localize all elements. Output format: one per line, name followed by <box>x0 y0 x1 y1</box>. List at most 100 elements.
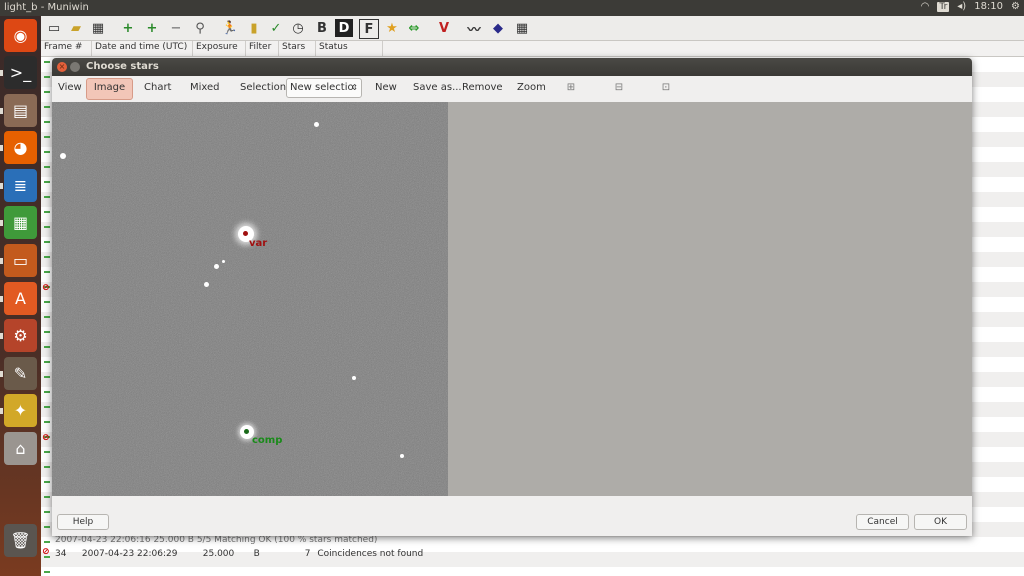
selection-combo[interactable]: New selectio ⇕ <box>286 78 362 98</box>
zoom-out-icon[interactable]: ⊟ <box>613 82 625 94</box>
status-mark <box>44 526 50 528</box>
column-header[interactable]: Date and time (UTC) <box>92 41 193 56</box>
grid-icon[interactable]: ▦ <box>89 19 107 37</box>
writer-icon[interactable]: ≣ <box>4 169 37 202</box>
search-icon[interactable]: ⚲ <box>191 19 209 37</box>
status-mark <box>44 466 50 468</box>
chart-icon[interactable]: 〰 <box>465 19 483 38</box>
status-mark <box>44 136 50 138</box>
status-mark <box>44 76 50 78</box>
star[interactable] <box>214 264 219 269</box>
terminal-icon[interactable]: >_ <box>4 56 37 89</box>
star[interactable] <box>352 376 356 380</box>
zoom-fit-icon[interactable]: ⊡ <box>660 82 672 94</box>
run-icon[interactable]: 🏃 <box>221 19 239 37</box>
top-panel: light_b - Muniwin ◠ Tr ◂) 18:10 ⚙ <box>0 0 1024 16</box>
column-header[interactable]: Filter <box>246 41 279 56</box>
status-mark <box>44 181 50 183</box>
add-frames-icon[interactable]: + <box>119 19 137 37</box>
dialog-titlebar: × Choose stars <box>52 58 972 76</box>
open-folder-icon[interactable]: ▰ <box>67 19 85 37</box>
dialog-title: Choose stars <box>86 61 159 72</box>
remove-frames-icon[interactable]: − <box>167 19 185 37</box>
star[interactable] <box>314 122 319 127</box>
status-mark <box>44 376 50 378</box>
settings-icon[interactable]: ⚙ <box>4 319 37 352</box>
frame-status: Coincidences not found <box>317 549 424 559</box>
impress-icon[interactable]: ▭ <box>4 244 37 277</box>
status-mark <box>44 421 50 423</box>
firefox-icon[interactable]: ◕ <box>4 131 37 164</box>
close-icon[interactable]: × <box>57 62 67 72</box>
tab-mixed[interactable]: Mixed <box>186 78 224 98</box>
table-row[interactable]: 34 2007-04-23 22:06:29 25.000 B 7 Coinci… <box>55 549 423 559</box>
clock-icon[interactable]: ◷ <box>289 19 307 37</box>
dark-d-icon[interactable]: D <box>335 19 353 37</box>
star[interactable] <box>204 282 209 287</box>
volume-icon[interactable]: ◂) <box>957 1 966 12</box>
zoom-label: Zoom <box>517 82 546 93</box>
star-icon[interactable]: ★ <box>383 19 401 37</box>
minimize-icon[interactable] <box>70 62 80 72</box>
zoom-in-icon[interactable]: ⊞ <box>565 82 577 94</box>
column-header[interactable]: Stars <box>279 41 316 56</box>
star-field-image[interactable]: var comp <box>52 102 448 496</box>
new-selection-button[interactable]: New <box>371 78 401 98</box>
v-icon[interactable]: V <box>435 19 453 37</box>
status-mark <box>44 256 50 258</box>
arrows-icon[interactable]: ⇔ <box>405 19 423 37</box>
status-mark <box>44 541 50 543</box>
add-files-icon[interactable]: + <box>143 19 161 37</box>
trash-icon[interactable]: 🗑 <box>4 524 37 557</box>
status-mark <box>44 571 50 573</box>
flat-f-icon[interactable]: F <box>359 19 379 39</box>
frame-list-header: Frame # Date and time (UTC) Exposure Filter… <box>41 41 1024 57</box>
new-project-icon[interactable]: ▭ <box>45 19 63 37</box>
help-button[interactable]: Help <box>57 514 109 530</box>
ok-button[interactable]: OK <box>914 514 967 530</box>
status-mark <box>44 406 50 408</box>
table-icon[interactable]: ▦ <box>513 19 531 37</box>
dialog-toolbar: View Image Chart Mixed Selection New sel… <box>52 76 972 102</box>
muniwin-icon[interactable]: ✦ <box>4 394 37 427</box>
status-mark <box>44 241 50 243</box>
status-mark <box>44 151 50 153</box>
ubuntu-logo-icon[interactable]: ◉ <box>4 19 37 52</box>
bias-b-icon[interactable]: B <box>313 19 331 37</box>
status-mark <box>44 226 50 228</box>
column-header[interactable]: Exposure <box>193 41 246 56</box>
traffic-light-icon[interactable]: ▮ <box>245 19 263 37</box>
check-icon[interactable]: ✓ <box>267 19 285 37</box>
book-icon[interactable]: ◆ <box>489 19 507 37</box>
status-mark <box>44 271 50 273</box>
remove-button[interactable]: Remove <box>458 78 507 98</box>
file-manager-icon[interactable]: ▤ <box>4 94 37 127</box>
star[interactable] <box>60 153 66 159</box>
frame-filter: B <box>253 549 260 559</box>
running-indicator <box>0 220 3 226</box>
keyboard-layout-indicator[interactable]: Tr <box>937 1 950 12</box>
column-header[interactable]: Status <box>316 41 383 56</box>
column-header[interactable]: Frame # <box>41 41 92 56</box>
tab-chart[interactable]: Chart <box>140 78 175 98</box>
drive-icon[interactable]: ⌂ <box>4 432 37 465</box>
star[interactable] <box>400 454 404 458</box>
status-mark <box>44 391 50 393</box>
paint-icon[interactable]: ✎ <box>4 357 37 390</box>
error-icon: ⊘ <box>42 283 50 293</box>
star[interactable] <box>222 260 225 263</box>
software-center-icon[interactable]: A <box>4 282 37 315</box>
tab-image[interactable]: Image <box>86 78 133 100</box>
list-item[interactable]: 2007-04-23 22:06:16 25.000 B 5/5 Matchin… <box>55 535 377 545</box>
clock[interactable]: 18:10 <box>974 1 1003 12</box>
selection-label: Selection <box>240 82 287 93</box>
status-mark <box>44 316 50 318</box>
wifi-icon[interactable]: ◠ <box>921 1 930 12</box>
status-mark <box>44 331 50 333</box>
cancel-button[interactable]: Cancel <box>856 514 909 530</box>
calc-icon[interactable]: ▦ <box>4 206 37 239</box>
power-gear-icon[interactable]: ⚙ <box>1011 1 1020 12</box>
status-mark <box>44 301 50 303</box>
frame-exposure: 25.000 <box>202 549 235 559</box>
running-indicator <box>0 145 3 151</box>
